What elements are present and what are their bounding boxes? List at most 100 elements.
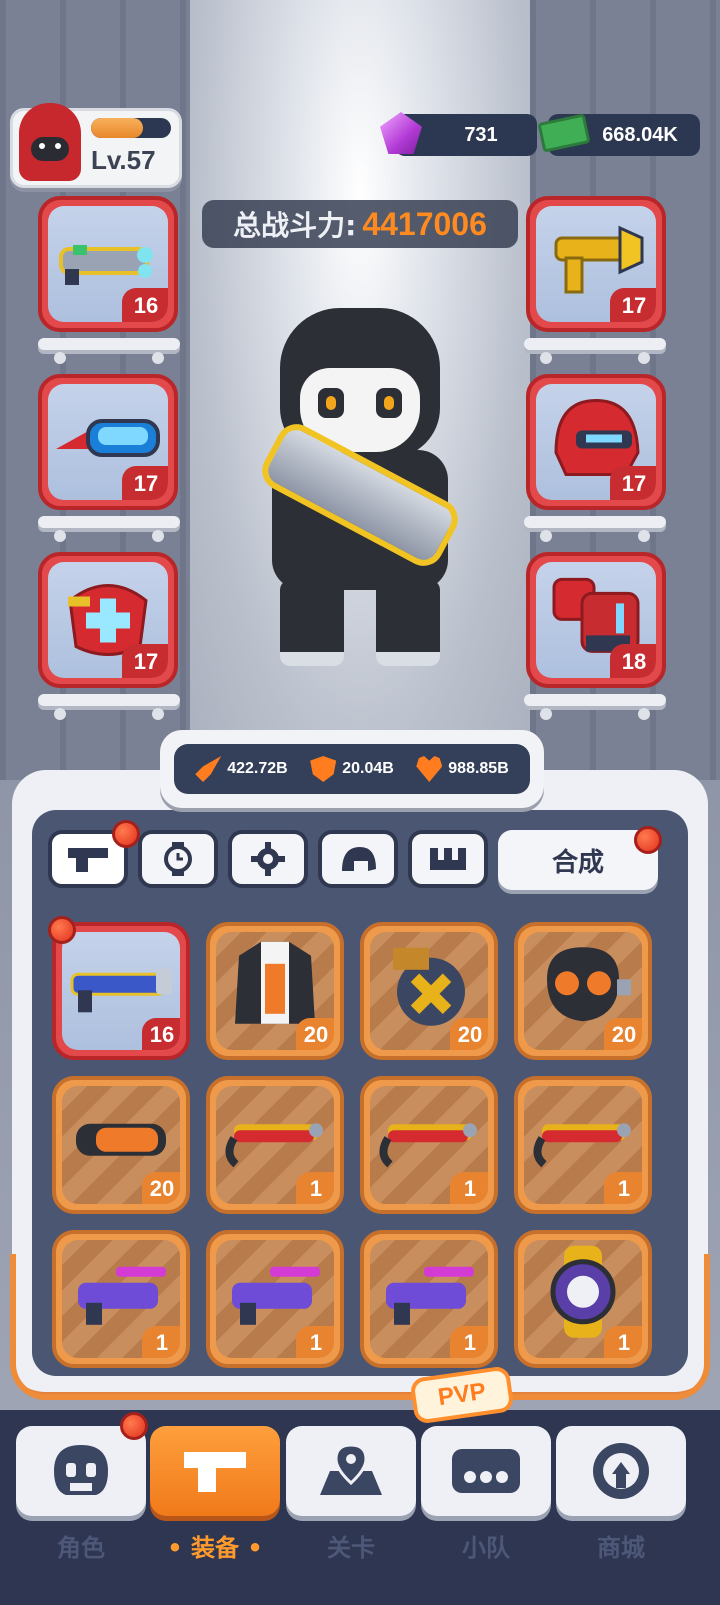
item-level: 20 — [450, 1018, 488, 1050]
inventory-item-gold-watch[interactable]: 1 — [514, 1230, 652, 1368]
item-level: 1 — [604, 1172, 642, 1204]
item-level: 1 — [450, 1172, 488, 1204]
inventory-item-purple-smg[interactable]: 1 — [360, 1230, 498, 1368]
orange-goggles-icon — [66, 1110, 176, 1174]
shelf — [524, 694, 666, 720]
inventory-item-red-shotgun[interactable]: 1 — [206, 1076, 344, 1214]
gun-icon — [68, 848, 108, 872]
item-level: 1 — [296, 1172, 334, 1204]
merge-label: 合成 — [551, 847, 604, 878]
notification-dot — [48, 916, 76, 944]
gear-icon — [251, 842, 285, 876]
inventory-item-red-shotgun[interactable]: 1 — [514, 1076, 652, 1214]
nav-label-character: 角色 — [57, 1534, 105, 1562]
health-value: 988.85B — [448, 760, 509, 777]
defense-value: 20.04B — [342, 760, 394, 777]
item-level: 20 — [604, 1018, 642, 1050]
red-shotgun-icon — [220, 1104, 330, 1178]
team-icon — [452, 1449, 520, 1493]
tab-watch[interactable] — [138, 830, 218, 888]
inventory-item-ammo-drum[interactable]: 20 — [360, 922, 498, 1060]
helmet-icon — [342, 847, 376, 871]
boots-icon — [430, 848, 466, 870]
stats-ribbon: 422.72B 20.04B 988.85B — [160, 730, 544, 808]
item-level: 1 — [142, 1326, 180, 1358]
red-shotgun-icon — [374, 1104, 484, 1178]
slot-level: 16 — [122, 288, 168, 322]
equip-slot-pistol[interactable]: 17 — [526, 196, 666, 332]
equip-slot-gauntlet[interactable]: 18 — [526, 552, 666, 688]
blue-rifle-icon — [66, 950, 176, 1024]
shelf — [38, 694, 180, 720]
slot-level: 17 — [122, 466, 168, 500]
shelf — [38, 338, 180, 364]
nav-shop[interactable] — [556, 1426, 686, 1516]
nav-label-equipment: • 装备 • — [167, 1534, 263, 1562]
gun-icon — [184, 1452, 246, 1492]
shelf — [524, 338, 666, 364]
nav-label-equipment-text: 装备 — [191, 1534, 239, 1562]
equip-slot-helmet[interactable]: 17 — [526, 374, 666, 510]
slot-level: 17 — [610, 466, 656, 500]
inventory-item-blue-rifle[interactable]: 16 — [52, 922, 190, 1060]
defense-stat: 20.04B — [310, 756, 394, 782]
notification-dot — [120, 1412, 148, 1440]
nav-label-shop: 商城 — [597, 1534, 645, 1562]
item-level: 16 — [142, 1018, 180, 1050]
player-level: Lv.57 — [91, 145, 156, 175]
inventory-item-purple-smg[interactable]: 1 — [206, 1230, 344, 1368]
nav-character[interactable] — [16, 1426, 146, 1516]
gem-count: 731 — [464, 123, 498, 146]
equip-slot-goggles[interactable]: 17 — [38, 374, 178, 510]
purple-smg-icon — [220, 1253, 330, 1337]
power-label: 总战斗力: — [233, 209, 357, 242]
inventory-item-purple-smg[interactable]: 1 — [52, 1230, 190, 1368]
shield-icon — [310, 756, 337, 782]
item-level: 1 — [450, 1326, 488, 1358]
power-value: 4417006 — [362, 205, 487, 242]
item-level: 20 — [296, 1018, 334, 1050]
nav-equipment[interactable] — [150, 1426, 280, 1516]
cash-count: 668.04K — [602, 123, 678, 146]
avatar — [19, 103, 81, 181]
nav-team[interactable] — [421, 1426, 551, 1516]
inventory-item-jacket[interactable]: 20 — [206, 922, 344, 1060]
map-pin-icon — [320, 1443, 382, 1495]
notification-dot — [112, 820, 140, 848]
notification-dot — [634, 826, 662, 854]
slot-level: 18 — [610, 644, 656, 678]
nav-label-levels: 关卡 — [327, 1534, 375, 1562]
nav-label-team: 小队 — [462, 1534, 510, 1562]
shelf — [38, 516, 180, 542]
bottom-nav: 角色 • 装备 • 关卡 小队 商城 — [0, 1410, 720, 1605]
nav-levels[interactable] — [286, 1426, 416, 1516]
tab-helmet[interactable] — [318, 830, 398, 888]
inventory-item-gas-mask[interactable]: 20 — [514, 922, 652, 1060]
attack-value: 422.72B — [227, 760, 288, 777]
inventory-item-red-shotgun[interactable]: 1 — [360, 1076, 498, 1214]
xp-progress-bar — [91, 118, 171, 138]
attack-stat: 422.72B — [195, 756, 288, 782]
inventory-item-orange-goggles[interactable]: 20 — [52, 1076, 190, 1214]
item-level: 1 — [604, 1326, 642, 1358]
shelf — [524, 516, 666, 542]
player-profile-card[interactable]: Lv.57 — [10, 103, 182, 188]
red-shotgun-icon — [528, 1104, 638, 1178]
equip-slot-armor[interactable]: 17 — [38, 552, 178, 688]
purple-smg-icon — [66, 1253, 176, 1337]
heart-icon — [416, 756, 443, 782]
tab-gear[interactable] — [228, 830, 308, 888]
item-level: 20 — [142, 1172, 180, 1204]
goggles-icon — [56, 419, 160, 457]
purple-smg-icon — [374, 1253, 484, 1337]
shop-icon — [593, 1443, 649, 1499]
attack-icon — [195, 756, 222, 782]
character-preview[interactable] — [250, 300, 470, 680]
total-power-banner: 总战斗力: 4417006 — [202, 200, 518, 248]
health-stat: 988.85B — [416, 756, 509, 782]
slot-level: 17 — [122, 644, 168, 678]
equip-slot-weapon[interactable]: 16 — [38, 196, 178, 332]
tab-boots[interactable] — [408, 830, 488, 888]
item-level: 1 — [296, 1326, 334, 1358]
skull-icon — [54, 1445, 108, 1495]
